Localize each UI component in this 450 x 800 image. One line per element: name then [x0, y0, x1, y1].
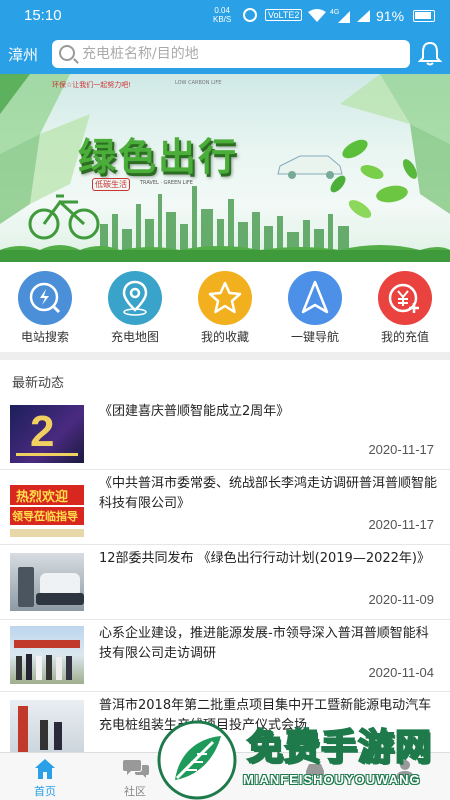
- news-thumbnail: [10, 553, 84, 611]
- quick-nav-favorites[interactable]: 我的收藏: [180, 270, 270, 350]
- navigation-arrow-icon: [288, 271, 342, 325]
- search-icon: [59, 45, 75, 61]
- battery-percent: 91%: [376, 8, 405, 24]
- svg-text:4G: 4G: [330, 9, 339, 16]
- news-date: 2020-11-17: [368, 442, 434, 457]
- search-bar[interactable]: [52, 40, 410, 68]
- news-date: 2020-11-04: [368, 665, 434, 680]
- cell-signal-2-icon: [357, 10, 370, 22]
- news-thumbnail: [10, 700, 84, 758]
- banner-stamp: 低碳生活: [92, 178, 130, 191]
- wifi-icon: [308, 9, 326, 22]
- quick-nav-my-recharge[interactable]: 我的充值: [360, 270, 450, 350]
- tab-home[interactable]: 首页: [0, 753, 90, 800]
- lightning-search-icon: [18, 271, 72, 325]
- promo-banner[interactable]: 环保☆让我们一起努力吧! LOW CARBON LIFE 绿色出行 低碳生活 T…: [0, 74, 450, 262]
- city-selector[interactable]: 漳州: [8, 44, 38, 65]
- yen-plus-icon: [378, 271, 432, 325]
- banner-subtitle: TRAVEL · GREEN LIFE: [140, 180, 193, 186]
- section-divider: [0, 352, 450, 360]
- map-pin-icon: [108, 271, 162, 325]
- news-thumbnail: [10, 626, 84, 684]
- news-thumbnail: 2: [10, 405, 84, 463]
- status-time: 15:10: [24, 7, 62, 24]
- cell-signal-icon: 4G: [330, 9, 350, 23]
- news-title: 《团建喜庆普顺智能成立2周年》: [99, 404, 290, 419]
- home-icon: [35, 759, 55, 779]
- alarm-icon: [243, 8, 257, 22]
- news-title: 心系企业建设，推进能源发展-市领导深入普洱普顺智能科技有限公司走访调研: [99, 626, 429, 661]
- news-date: 2020-11-09: [368, 592, 434, 607]
- app-header: 漳州: [0, 34, 450, 74]
- quick-nav: 电站搜索 充电地图 我的收藏 一键导航 我的充值: [0, 270, 450, 350]
- news-title: 12部委共同发布 《绿色出行行动计划(2019—2022年)》: [99, 551, 430, 566]
- quick-nav-one-click-navigation[interactable]: 一键导航: [270, 270, 360, 350]
- watermark: 免费手游网 MIANFEISHOUYOUWANG: [155, 718, 450, 800]
- status-bar: 15:10 0.04 KB/S VoLTE2 4G 91%: [0, 0, 450, 34]
- news-item[interactable]: 心系企业建设，推进能源发展-市领导深入普洱普顺智能科技有限公司走访调研 2020…: [0, 620, 450, 692]
- news-title: 《中共普洱市委常委、统战部长李鸿走访调研普洱普顺智能科技有限公司》: [99, 476, 438, 511]
- news-item[interactable]: 2 《团建喜庆普顺智能成立2周年》 2020-11-17: [0, 398, 450, 470]
- banner-slogan: 环保☆让我们一起努力吧!: [52, 81, 132, 89]
- news-section-title: 最新动态: [12, 376, 65, 391]
- battery-icon: [413, 10, 435, 22]
- watermark-text: 免费手游网: [246, 726, 433, 769]
- watermark-subtext: MIANFEISHOUYOUWANG: [243, 772, 421, 787]
- search-input[interactable]: [82, 43, 402, 65]
- quick-nav-charging-map[interactable]: 充电地图: [90, 270, 180, 350]
- news-item[interactable]: 12部委共同发布 《绿色出行行动计划(2019—2022年)》 2020-11-…: [0, 545, 450, 620]
- watermark-logo: [157, 720, 237, 800]
- news-date: 2020-11-17: [368, 517, 434, 532]
- notification-bell-icon[interactable]: [418, 41, 442, 67]
- news-thumbnail: 热烈欢迎 领导莅临指导: [10, 479, 84, 537]
- quick-nav-station-search[interactable]: 电站搜索: [0, 270, 90, 350]
- banner-slogan-en: LOW CARBON LIFE: [175, 80, 222, 86]
- volte-badge: VoLTE2: [265, 9, 303, 21]
- news-item[interactable]: 热烈欢迎 领导莅临指导 《中共普洱市委常委、统战部长李鸿走访调研普洱普顺智能科技…: [0, 470, 450, 545]
- banner-title: 绿色出行: [78, 135, 239, 179]
- chat-bubbles-icon: [123, 760, 149, 778]
- star-icon: [198, 271, 252, 325]
- net-speed: 0.04 KB/S: [213, 6, 232, 24]
